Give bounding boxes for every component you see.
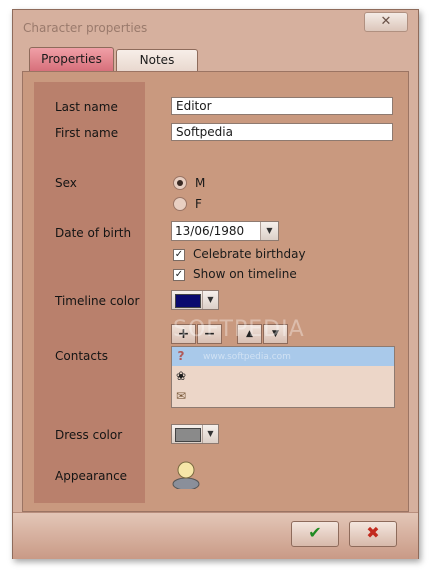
timeline-color-label: Timeline color xyxy=(55,294,140,308)
sex-radio-m-label: M xyxy=(195,176,206,190)
close-button[interactable]: ✕ xyxy=(364,12,408,32)
checkmark-icon: ✔ xyxy=(308,523,322,542)
title-bar: Character properties ✕ xyxy=(13,10,418,48)
timeline-color-picker[interactable]: ▼ xyxy=(171,290,219,310)
cancel-button[interactable]: ✖ xyxy=(349,521,397,547)
avatar[interactable] xyxy=(171,459,201,491)
question-icon: ? xyxy=(177,349,185,363)
sex-radio-f[interactable] xyxy=(173,197,187,211)
character-properties-window: Character properties ✕ Properties Notes … xyxy=(12,9,419,559)
dress-color-swatch xyxy=(175,428,201,442)
chevron-down-icon[interactable]: ▼ xyxy=(202,425,218,443)
list-item[interactable]: ❀ xyxy=(172,367,394,386)
last-name-label: Last name xyxy=(55,100,118,114)
window-title: Character properties xyxy=(23,21,148,35)
timeline-color-swatch xyxy=(175,294,201,308)
dialog-footer: ✔ ✖ xyxy=(13,512,418,559)
person-icon xyxy=(172,461,200,491)
appearance-label: Appearance xyxy=(55,469,128,483)
sex-radio-m[interactable] xyxy=(173,176,187,190)
last-name-field[interactable]: Editor xyxy=(171,97,393,115)
ok-button[interactable]: ✔ xyxy=(291,521,339,547)
properties-panel: Last name Editor First name Softpedia Se… xyxy=(22,71,409,512)
celebrate-birthday-checkbox[interactable]: ✓ xyxy=(173,249,185,261)
dress-color-picker[interactable]: ▼ xyxy=(171,424,219,444)
dress-color-label: Dress color xyxy=(55,428,123,442)
sex-label: Sex xyxy=(55,176,77,190)
flower-icon: ❀ xyxy=(175,369,187,383)
chevron-down-icon[interactable]: ▼ xyxy=(260,222,278,240)
close-icon: ✖ xyxy=(366,523,380,542)
tab-properties[interactable]: Properties xyxy=(29,47,114,71)
close-icon: ✕ xyxy=(380,14,392,29)
date-of-birth-label: Date of birth xyxy=(55,226,132,240)
date-of-birth-value: 13/06/1980 xyxy=(175,224,245,238)
list-item[interactable]: ✉ xyxy=(172,387,394,406)
sex-radio-f-label: F xyxy=(195,197,202,211)
tab-notes[interactable]: Notes xyxy=(116,49,198,71)
watermark: SOFTPEDIA xyxy=(173,317,305,342)
contacts-label: Contacts xyxy=(55,349,108,363)
chevron-down-icon[interactable]: ▼ xyxy=(202,291,218,309)
envelope-icon: ✉ xyxy=(175,389,187,403)
watermark-url: www.softpedia.com xyxy=(203,352,291,362)
celebrate-birthday-label: Celebrate birthday xyxy=(193,247,306,261)
first-name-label: First name xyxy=(55,126,119,140)
first-name-field[interactable]: Softpedia xyxy=(171,123,393,141)
show-on-timeline-label: Show on timeline xyxy=(193,267,297,281)
date-of-birth-picker[interactable]: 13/06/1980 ▼ xyxy=(171,221,279,241)
show-on-timeline-checkbox[interactable]: ✓ xyxy=(173,269,185,281)
